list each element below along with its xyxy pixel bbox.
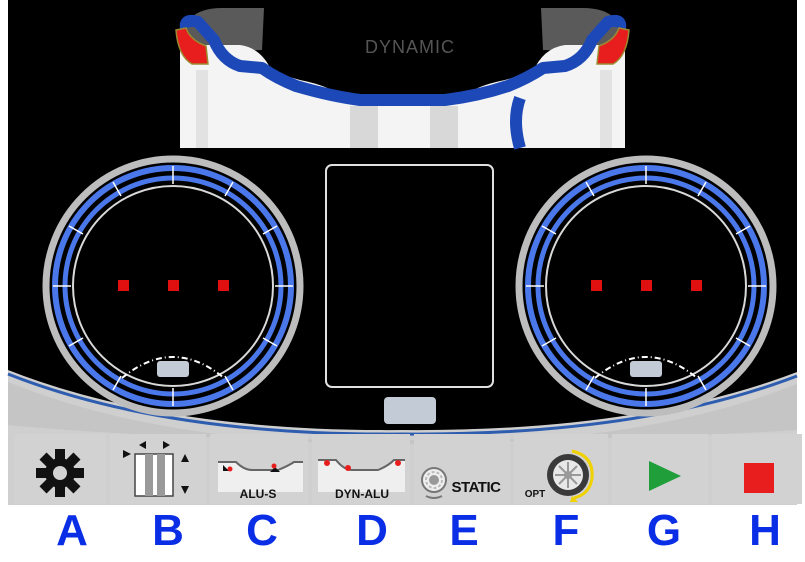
left-dot-2 bbox=[168, 280, 179, 291]
button-letter-a: A bbox=[56, 506, 88, 555]
function-bar: ALU-S DYN-ALU STATIC OPT bbox=[14, 434, 802, 504]
stop-button[interactable] bbox=[712, 434, 802, 504]
stop-icon bbox=[744, 463, 774, 493]
right-dot-2 bbox=[641, 280, 652, 291]
left-plane-display bbox=[42, 155, 304, 417]
button-letter-g: G bbox=[646, 506, 682, 555]
center-value-display bbox=[325, 164, 494, 388]
left-dot-3 bbox=[218, 280, 229, 291]
left-plane-value-box bbox=[157, 361, 189, 377]
left-dot-1 bbox=[118, 280, 129, 291]
button-letter-f: F bbox=[552, 506, 580, 555]
arm-position-button[interactable] bbox=[110, 434, 206, 504]
button-letter-e: E bbox=[449, 506, 479, 555]
button-letter-d: D bbox=[356, 506, 388, 555]
button-letter-b: B bbox=[152, 506, 184, 555]
settings-button[interactable] bbox=[14, 434, 106, 504]
alu-s-label: ALU-S bbox=[240, 487, 277, 501]
right-dot-3 bbox=[691, 280, 702, 291]
dyn-alu-label: DYN-ALU bbox=[335, 487, 389, 501]
center-value-box bbox=[384, 397, 436, 424]
mode-title: DYNAMIC bbox=[365, 37, 455, 57]
right-plane-value-box bbox=[630, 361, 662, 377]
right-plane-display bbox=[515, 155, 777, 417]
opt-label: OPT bbox=[525, 489, 546, 500]
balancer-screen: DYNAMIC ALU-S DYN-ALU STATIC OPT A B C D… bbox=[0, 0, 805, 557]
gear-icon bbox=[36, 449, 84, 497]
button-letter-c: C bbox=[246, 506, 278, 555]
static-label: STATIC bbox=[452, 479, 502, 496]
button-letter-h: H bbox=[749, 506, 781, 555]
dyn-alu-mode-button[interactable]: DYN-ALU bbox=[312, 434, 410, 504]
right-dot-1 bbox=[591, 280, 602, 291]
start-button[interactable] bbox=[612, 434, 708, 504]
static-mode-button[interactable]: STATIC bbox=[414, 434, 510, 504]
optimization-button[interactable]: OPT bbox=[514, 434, 608, 504]
alu-s-mode-button[interactable]: ALU-S bbox=[210, 434, 308, 504]
